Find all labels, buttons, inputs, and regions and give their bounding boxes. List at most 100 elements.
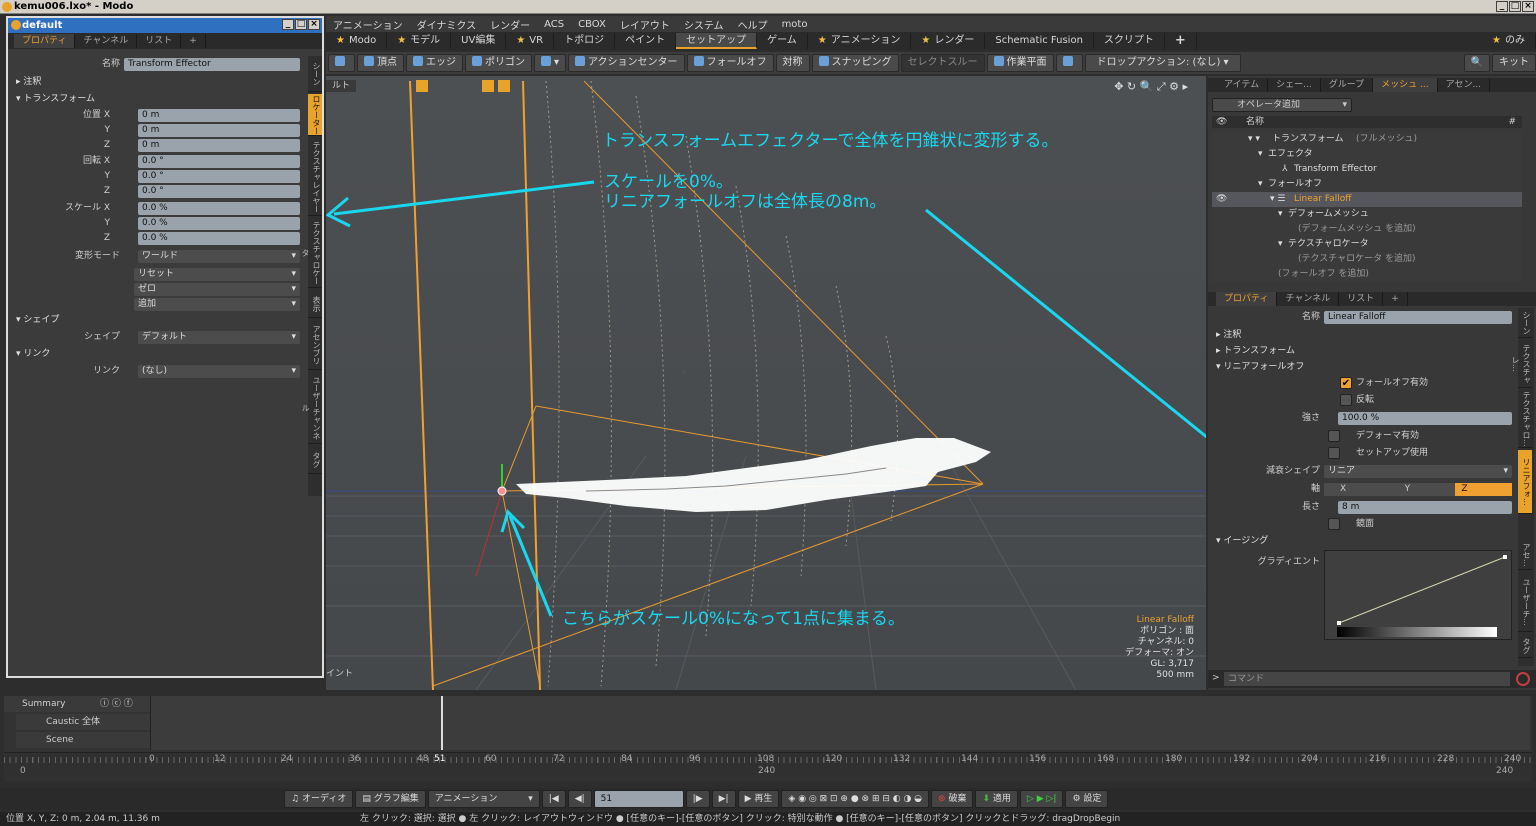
vtab-scene[interactable]: シーン xyxy=(1518,308,1532,338)
vtab-locator[interactable]: ロケーター xyxy=(308,94,322,136)
shape-select[interactable]: デフォルト ▾ xyxy=(138,331,300,344)
easing-section[interactable]: ▾ イージング xyxy=(1216,534,1268,548)
rotation-y-field[interactable]: 0.0 ° xyxy=(138,170,300,183)
position-x-field[interactable]: 0 m xyxy=(138,109,300,122)
menu-system[interactable]: システム xyxy=(677,17,731,32)
tab-animation[interactable]: ★ アニメーション xyxy=(808,33,912,49)
shape-section[interactable]: ▾ シェイプ xyxy=(16,313,59,327)
3d-viewport[interactable]: + ルト イント ✥ ↻ 🔍 ⤢ ⚙ ▸ トランスフォームエフェクターで全体を円… xyxy=(326,76,1206,690)
rp-transform-section[interactable]: ▸ トランスフォーム xyxy=(1216,344,1295,358)
menu-render[interactable]: レンダー xyxy=(483,17,537,32)
menu-moto[interactable]: moto xyxy=(775,19,815,30)
tab-groups[interactable]: グループ xyxy=(1321,78,1374,92)
position-y-field[interactable]: 0 m xyxy=(138,124,300,137)
reset-dropdown[interactable]: リセット ▾ xyxy=(134,268,300,281)
menu-layout[interactable]: レイアウト xyxy=(613,17,677,32)
tab-items[interactable]: アイテム xyxy=(1216,78,1269,92)
name-field[interactable]: Transform Effector xyxy=(124,58,300,71)
annotation-section[interactable]: ▸ 注釈 xyxy=(16,75,41,89)
panel-maximize-button[interactable]: □ xyxy=(295,19,307,30)
vtab-tag[interactable]: タグ xyxy=(1518,634,1532,658)
vtab-tag[interactable]: タグ xyxy=(308,446,322,474)
tab-uv[interactable]: UV編集 xyxy=(451,33,507,49)
zero-dropdown[interactable]: ゼロ ▾ xyxy=(134,283,300,296)
go-start-button[interactable]: |◀ xyxy=(541,790,566,808)
strength-field[interactable]: 100.0 % xyxy=(1338,412,1512,425)
menu-help[interactable]: ヘルプ xyxy=(731,17,775,32)
discard-button[interactable]: ⊗ 破棄 xyxy=(931,790,974,808)
polygon-mode-button[interactable]: ポリゴン xyxy=(465,54,532,72)
panel-close-button[interactable]: × xyxy=(308,19,320,30)
audio-button[interactable]: ♫ オーディオ xyxy=(284,790,354,808)
tab-add[interactable]: + xyxy=(1383,292,1408,306)
vtab-assembly[interactable]: アセンブリ xyxy=(308,320,322,370)
panel-titlebar[interactable]: default _ □ × xyxy=(8,18,322,33)
link-section[interactable]: ▾ リンク xyxy=(16,347,50,361)
animation-mode-select[interactable]: アニメーション ▾ xyxy=(427,790,540,808)
item-mode-button[interactable]: ▾ xyxy=(534,54,567,72)
tab-mesh-ops[interactable]: メッシュ ... xyxy=(1373,78,1438,92)
gradient-editor[interactable] xyxy=(1324,550,1512,640)
scale-x-field[interactable]: 0.0 % xyxy=(138,202,300,215)
record-icon[interactable] xyxy=(1516,672,1530,686)
dopesheet[interactable] xyxy=(150,696,1530,750)
select-mode-button[interactable] xyxy=(328,54,355,72)
gradient-bar[interactable] xyxy=(1337,627,1497,637)
tree-row[interactable]: ▾ テクスチャロケータ xyxy=(1212,237,1522,252)
tab-game[interactable]: ゲーム xyxy=(757,33,808,49)
tab-channels[interactable]: チャンネル xyxy=(75,34,138,48)
add-dropdown[interactable]: 追加 ▾ xyxy=(134,298,300,311)
tab-properties[interactable]: プロパティ xyxy=(14,34,76,48)
minimize-button[interactable]: _ xyxy=(1496,1,1508,12)
tab-render[interactable]: ★ レンダー xyxy=(911,33,986,49)
add-tab-button[interactable]: + xyxy=(1165,33,1197,49)
tab-setup[interactable]: セットアップ xyxy=(676,33,758,49)
edge-mode-button[interactable]: エッジ xyxy=(406,54,463,72)
symmetry-button[interactable]: 対称 xyxy=(775,54,810,72)
tab-add[interactable]: + xyxy=(181,34,206,48)
add-operator-button[interactable]: オペレータ追加 ▾ xyxy=(1212,98,1352,112)
summary-icons[interactable]: ⓘ ⓒ ⓕ xyxy=(100,696,133,712)
tab-modo[interactable]: ★ Modo xyxy=(326,33,388,49)
falloff-enable-checkbox[interactable]: ✔ xyxy=(1340,377,1352,389)
deformer-enable-checkbox[interactable] xyxy=(1328,430,1340,442)
rotation-x-field[interactable]: 0.0 ° xyxy=(138,155,300,168)
tab-channels[interactable]: チャンネル xyxy=(1277,292,1340,306)
vtab-texture-layer[interactable]: テクスチャレ... xyxy=(1511,340,1532,388)
current-frame-field[interactable]: 51 xyxy=(593,790,684,808)
drop-action-select[interactable]: ドロップアクション: (なし) ▾ xyxy=(1084,54,1241,72)
panel-minimize-button[interactable]: _ xyxy=(282,19,294,30)
scale-z-field[interactable]: 0.0 % xyxy=(138,232,300,245)
select-through-button[interactable]: セレクトスルー xyxy=(900,54,985,72)
tree-row[interactable]: ▾ エフェクタ xyxy=(1212,147,1522,162)
go-end-button[interactable]: ▶| xyxy=(711,790,736,808)
tab-list[interactable]: リスト xyxy=(1339,292,1384,306)
settings-button[interactable]: ⚙ 設定 xyxy=(1065,790,1109,808)
position-z-field[interactable]: 0 m xyxy=(138,139,300,152)
vertex-mode-button[interactable]: 頂点 xyxy=(357,54,404,72)
tree-row[interactable]: 👁 ▾ ☰ Linear Falloff xyxy=(1212,192,1522,207)
work-plane-button[interactable]: 作業平面 xyxy=(986,54,1054,72)
apply-button[interactable]: ⬇ 適用 xyxy=(975,790,1018,808)
vtab-texture-locator[interactable]: テクスチャロケータ xyxy=(301,218,322,288)
vtab-user-channel[interactable]: ユーザーチャンネル xyxy=(301,372,322,444)
tab-model[interactable]: ★ モデル xyxy=(387,33,452,49)
vtab-linear-falloff[interactable]: リニアフォ... xyxy=(1518,450,1532,514)
transform-section[interactable]: ▾ トランスフォーム xyxy=(16,92,95,106)
rotation-z-field[interactable]: 0.0 ° xyxy=(138,185,300,198)
tree-row[interactable]: ⅄ Transform Effector xyxy=(1212,162,1522,177)
axis-z-button[interactable]: Z xyxy=(1455,483,1513,496)
vtab-texture-layer[interactable]: テクスチャレイヤー xyxy=(308,138,322,216)
summary-row[interactable]: Summary ⓘ ⓒ ⓕ xyxy=(4,696,150,712)
command-input[interactable]: コマンド xyxy=(1224,672,1510,686)
deform-mode-select[interactable]: ワールド ▾ xyxy=(138,250,300,263)
maximize-button[interactable]: □ xyxy=(1509,1,1521,12)
rp-annotation-section[interactable]: ▸ 注釈 xyxy=(1216,328,1241,342)
tab-paint[interactable]: ペイント xyxy=(615,33,677,49)
length-field[interactable]: 8 m xyxy=(1338,501,1512,514)
tree-row[interactable]: (フォールオフ を追加) xyxy=(1212,267,1522,282)
rp-name-field[interactable]: Linear Falloff xyxy=(1324,311,1512,324)
next-key-button[interactable]: |▶ xyxy=(685,790,710,808)
scale-y-field[interactable]: 0.0 % xyxy=(138,217,300,230)
tab-only[interactable]: ★ のみ xyxy=(1482,33,1536,49)
